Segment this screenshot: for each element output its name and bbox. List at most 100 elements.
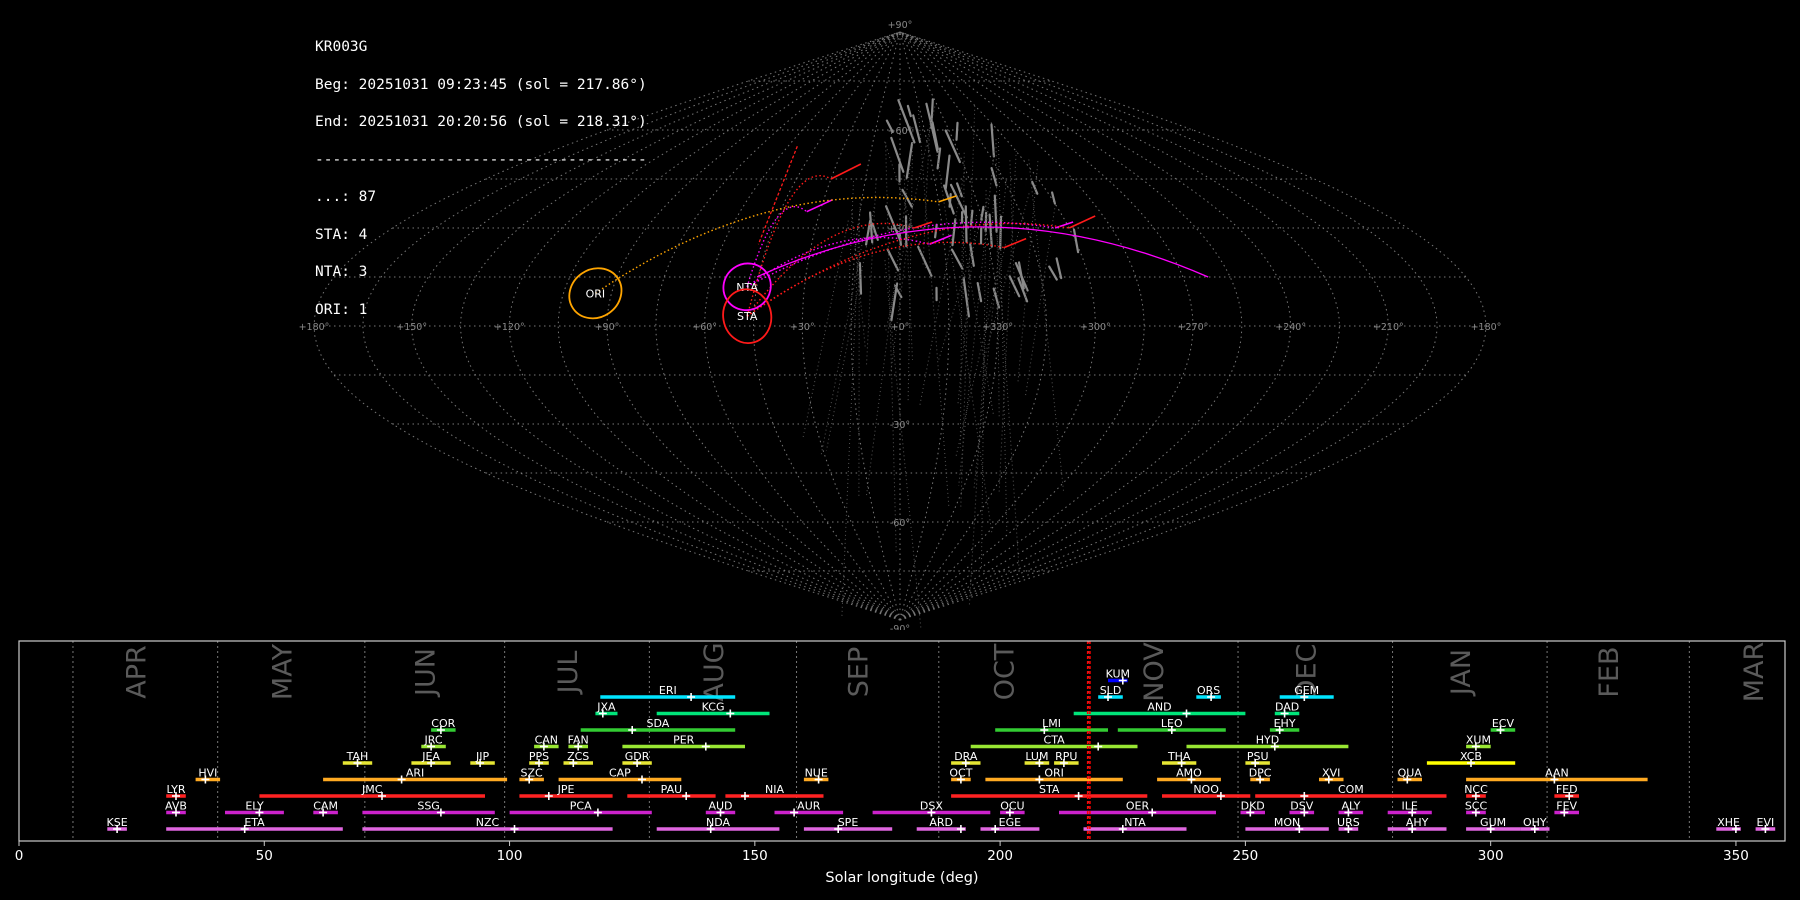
shower-label: OER	[1126, 800, 1150, 813]
month-label: JAN	[1446, 649, 1477, 697]
x-tick-label: 200	[987, 848, 1013, 864]
shower-label: THA	[1167, 750, 1191, 763]
shower-label: MON	[1274, 816, 1300, 829]
shower-label: DKD	[1241, 800, 1265, 813]
shower-label: ILE	[1402, 800, 1418, 813]
shower-label: DPC	[1249, 767, 1272, 780]
shower-label: AHY	[1406, 816, 1429, 829]
x-tick-label: 0	[15, 848, 24, 864]
shower-label: XUM	[1466, 734, 1491, 747]
shower-label: ORI	[1044, 767, 1064, 780]
shower-label: NOO	[1193, 783, 1219, 796]
shower-label: GDR	[625, 750, 650, 763]
shower-label: AUR	[797, 800, 821, 813]
shower-label: NIA	[765, 783, 784, 796]
month-label: APR	[121, 645, 152, 699]
shower-label: EGE	[999, 816, 1021, 829]
shower-label: CAM	[313, 800, 338, 813]
shower-label: JPE	[557, 783, 575, 796]
shower-label: HVI	[198, 767, 217, 780]
shower-label: ARI	[406, 767, 424, 780]
x-tick-label: 350	[1723, 848, 1749, 864]
shower-label: TAH	[346, 750, 369, 763]
shower-label: SZC	[520, 767, 543, 780]
shower-label: DSX	[920, 800, 943, 813]
month-label: MAR	[1739, 642, 1770, 703]
month-label: NOV	[1139, 642, 1170, 702]
month-label: JUN	[411, 648, 442, 698]
shower-label: SSG	[417, 800, 440, 813]
shower-label: AUD	[708, 800, 732, 813]
x-tick-label: 250	[1232, 848, 1258, 864]
shower-label: FEV	[1556, 800, 1577, 813]
shower-label: NCC	[1464, 783, 1488, 796]
shower-label: NDA	[706, 816, 731, 829]
shower-label: KCG	[702, 701, 725, 714]
shower-label: JXA	[596, 701, 616, 714]
shower-label: XVI	[1322, 767, 1340, 780]
shower-label: PAU	[661, 783, 683, 796]
shower-label: SDA	[647, 717, 670, 730]
shower-label: URS	[1337, 816, 1360, 829]
shower-label: XHE	[1717, 816, 1740, 829]
shower-label: SPE	[838, 816, 859, 829]
shower-label: NTA	[1124, 816, 1146, 829]
shower-label: STA	[1039, 783, 1060, 796]
shower-label: JIP	[475, 750, 489, 763]
shower-label: DRA	[954, 750, 978, 763]
month-label: SEP	[844, 647, 875, 697]
shower-label: NUE	[805, 767, 828, 780]
shower-label: JMC	[361, 783, 383, 796]
shower-label: DAD	[1275, 701, 1299, 714]
shower-label: CTA	[1044, 734, 1066, 747]
shower-label: JRC	[423, 734, 442, 747]
x-tick-label: 300	[1478, 848, 1504, 864]
shower-label: LYR	[166, 783, 185, 796]
shower-label: PER	[673, 734, 695, 747]
shower-label: COR	[431, 717, 455, 730]
shower-label: FAN	[568, 734, 589, 747]
month-label: MAY	[267, 643, 298, 700]
shower-label: LUM	[1025, 750, 1048, 763]
shower-label: PPS	[529, 750, 549, 763]
shower-label: AVB	[165, 800, 187, 813]
shower-label: SLD	[1100, 684, 1122, 697]
month-label: FEB	[1594, 646, 1625, 697]
shower-label: EVI	[1757, 816, 1775, 829]
shower-label: OCT	[949, 767, 972, 780]
x-tick-label: 50	[256, 848, 273, 864]
shower-label: RPU	[1055, 750, 1077, 763]
shower-label: AAN	[1545, 767, 1569, 780]
shower-label: SCC	[1465, 800, 1488, 813]
shower-label: AMO	[1176, 767, 1202, 780]
shower-label: OCU	[1000, 800, 1024, 813]
x-tick-label: 100	[497, 848, 523, 864]
shower-label: GUM	[1480, 816, 1506, 829]
shower-label: XCB	[1460, 750, 1482, 763]
shower-label: COM	[1338, 783, 1364, 796]
shower-label: ALY	[1341, 800, 1360, 813]
shower-label: ORS	[1197, 684, 1220, 697]
shower-label: ARD	[929, 816, 953, 829]
shower-label: CAN	[535, 734, 558, 747]
shower-label: LEO	[1161, 717, 1183, 730]
shower-label: ECV	[1492, 717, 1515, 730]
x-tick-label: 150	[742, 848, 768, 864]
shower-label: JEA	[421, 750, 440, 763]
x-axis: 0 50 100 150 200 250 300 350	[15, 841, 1749, 864]
shower-label: EHY	[1274, 717, 1296, 730]
month-label: OCT	[990, 643, 1021, 700]
month-label: JUL	[553, 651, 584, 696]
x-axis-label: Solar longitude (deg)	[825, 870, 978, 886]
shower-label: OHY	[1523, 816, 1547, 829]
shower-bars: KUM ERI SLD ORS GEM JXA KCG AND DAD COR SDA LMI LEO E…	[107, 668, 1776, 833]
shower-label: DSV	[1290, 800, 1313, 813]
shower-label: HYD	[1256, 734, 1279, 747]
shower-label: KUM	[1106, 668, 1130, 681]
shower-label: ZCS	[567, 750, 589, 763]
shower-label: ELY	[245, 800, 264, 813]
shower-label: FED	[1556, 783, 1578, 796]
shower-label: NZC	[476, 816, 500, 829]
shower-timeline: APR MAY JUN JUL AUG SEP OCT NOV DEC JAN FEB MAR KUM…	[15, 640, 1786, 886]
shower-label: PSU	[1247, 750, 1269, 763]
